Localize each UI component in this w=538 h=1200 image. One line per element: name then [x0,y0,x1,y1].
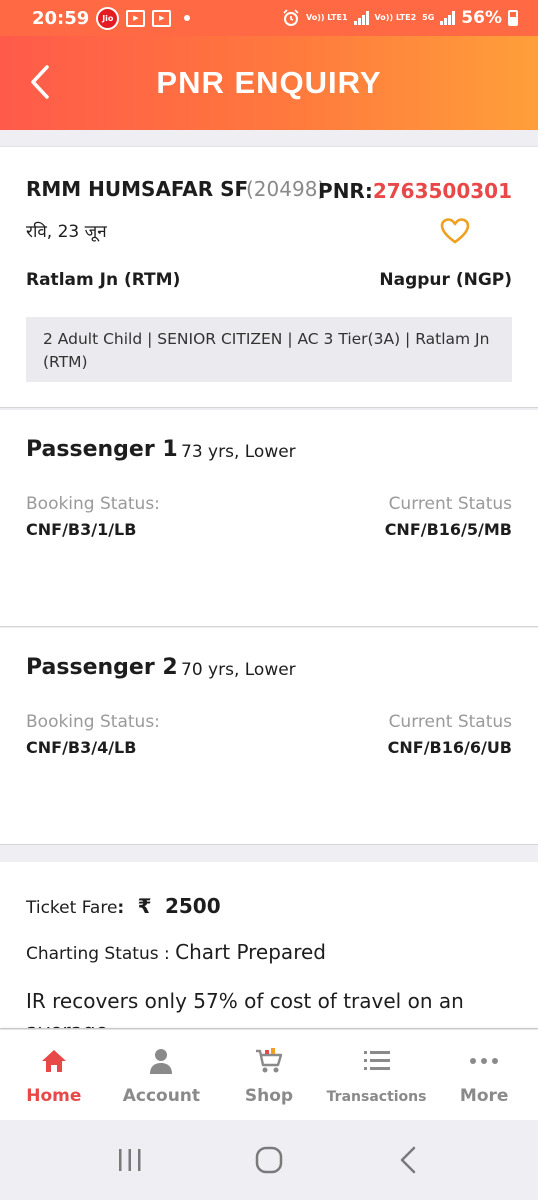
heart-icon [440,218,470,244]
passenger-meta: 73 yrs, Lower [181,442,296,462]
charting-status-value: Chart Prepared [175,940,326,964]
nav-home[interactable]: Home [0,1030,108,1120]
app-header: PNR ENQUIRY [0,36,538,130]
network-1-label: Vo)) LTE1 [305,13,348,22]
battery-icon [508,10,518,26]
page-title: PNR ENQUIRY [156,65,382,100]
home-system-button[interactable] [249,1140,289,1180]
passenger-card: Passenger 2 70 yrs, Lower Booking Status… [0,628,538,845]
favorite-button[interactable] [440,217,470,245]
ticket-fare-amount: 2500 [164,894,221,918]
recent-apps-button[interactable] [110,1140,150,1180]
status-time: 20:59 [32,7,90,29]
class-info: 2 Adult Child | SENIOR CITIZEN | AC 3 Ti… [26,317,512,382]
user-icon [146,1046,176,1076]
back-system-button[interactable] [388,1140,428,1180]
battery-percent: 56% [461,8,502,28]
from-station: Ratlam Jn (RTM) [26,270,181,290]
charting-status-label: Charting Status : [26,944,176,964]
list-icon [362,1046,392,1076]
back-arrow-icon [401,1146,416,1174]
train-number: (20498) [246,177,326,201]
passenger-title: Passenger 1 [26,437,178,462]
to-station: Nagpur (NGP) [379,270,512,290]
passenger-card: Passenger 1 73 yrs, Lower Booking Status… [0,410,538,627]
info-message: IR recovers only 57% of cost of travel o… [26,989,464,1028]
circle-home-icon [255,1146,283,1174]
booking-status-value: CNF/B3/1/LB [26,520,137,539]
alarm-icon [283,9,299,26]
network-2-label: Vo)) LTE2 [374,13,417,22]
nav-home-label: Home [26,1086,82,1106]
status-left: 20:59 Jio ▶ ▶ [32,6,191,30]
train-name: RMM HUMSAFAR SF [26,177,249,201]
current-status-label: Current Status [388,712,512,732]
current-status-value: CNF/B16/6/UB [387,738,512,757]
recent-apps-icon [118,1149,141,1171]
current-status-value: CNF/B16/5/MB [384,520,512,539]
ticket-fare: Ticket Fare: ₹ 2500 [26,894,221,918]
chevron-left-icon [31,65,49,99]
ticket-fare-label: Ticket Fare [26,898,118,918]
passenger-meta: 70 yrs, Lower [181,660,296,680]
nav-transactions-label: Transactions [326,1089,427,1105]
tv-icon: ▶ [126,9,146,27]
nav-account-label: Account [122,1086,201,1106]
pnr-value: 2763500301 [372,179,512,203]
current-status-label: Current Status [388,494,512,514]
tv-icon-2: ▶ [152,9,172,27]
train-card: RMM HUMSAFAR SF (20498) PNR:2763500301 र… [0,146,538,408]
notification-dot-icon [184,15,191,21]
fare-card: Ticket Fare: ₹ 2500 Charting Status : Ch… [0,862,538,1029]
journey-date: रवि, 23 जून [26,222,107,242]
bottom-nav: Home Account Shop Transactions More [0,1030,538,1120]
network-type: 5G [422,13,435,22]
booking-status-label: Booking Status: [26,494,160,514]
nav-shop-label: Shop [244,1086,294,1106]
status-bar: 20:59 Jio ▶ ▶ Vo)) LTE1 Vo)) LTE2 5G 56% [0,0,538,36]
nav-more[interactable]: More [430,1030,538,1120]
back-button[interactable] [20,60,60,104]
booking-status-label: Booking Status: [26,712,160,732]
home-icon [39,1046,69,1076]
ticket-fare-colon: : [117,898,125,918]
screen: 20:59 Jio ▶ ▶ Vo)) LTE1 Vo)) LTE2 5G 56% [0,0,538,1200]
system-nav-bar [0,1120,538,1200]
nav-transactions[interactable]: Transactions [323,1030,431,1120]
more-dots-icon [469,1046,499,1076]
pnr: PNR:2763500301 [318,179,512,203]
passenger-title: Passenger 2 [26,655,178,680]
status-right: Vo)) LTE1 Vo)) LTE2 5G 56% [282,8,518,28]
shopping-cart-icon [254,1046,284,1076]
nav-shop[interactable]: Shop [215,1030,323,1120]
nav-more-label: More [459,1086,509,1106]
rupee-icon: ₹ [137,894,152,918]
pnr-label: PNR: [318,179,373,203]
nav-account[interactable]: Account [108,1030,216,1120]
booking-status-value: CNF/B3/4/LB [26,738,137,757]
signal-2-icon [440,11,456,25]
signal-1-icon [353,11,369,25]
jio-icon: Jio [96,6,120,30]
charting-status: Charting Status : Chart Prepared [26,940,326,964]
